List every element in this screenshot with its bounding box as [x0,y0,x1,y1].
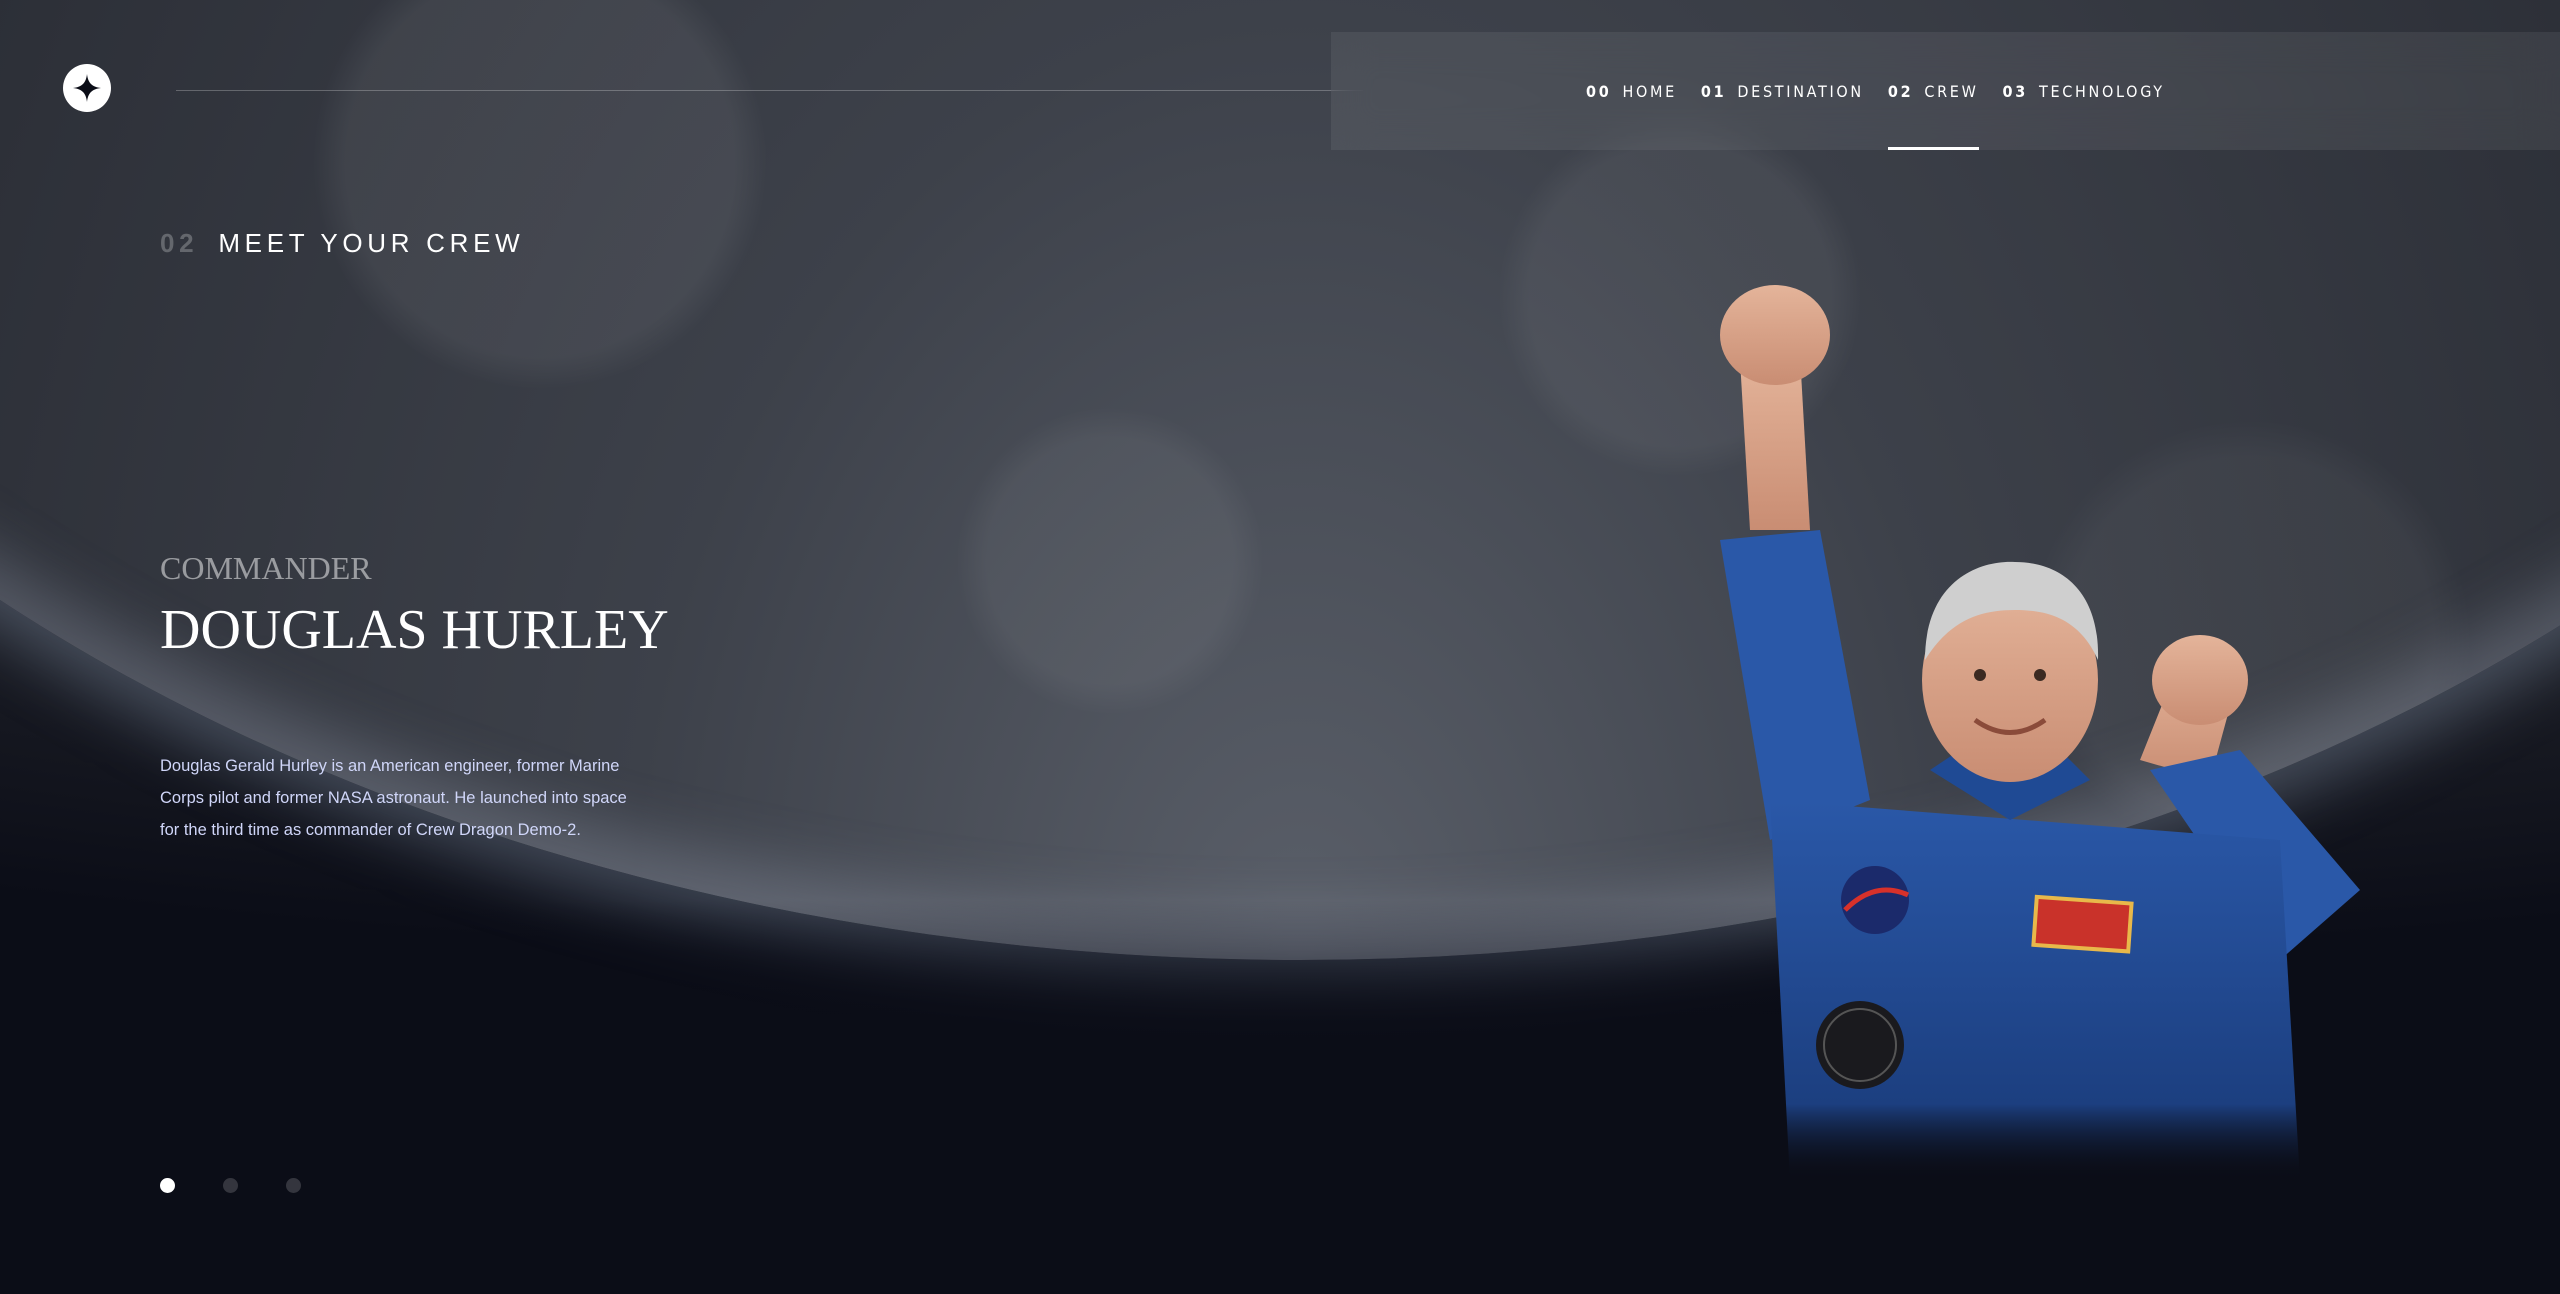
crew-portrait-image [1720,285,2360,1180]
pager-dot-2[interactable] [223,1178,238,1193]
nav-item-label: CREW [1924,81,1979,101]
nav-item-label: DESTINATION [1737,81,1864,101]
nav-item-home[interactable]: 00 HOME [1586,32,1677,150]
header-divider [176,90,1363,91]
logo[interactable] [63,64,111,112]
nav-item-number: 03 [2002,81,2028,101]
crew-bio: Douglas Gerald Hurley is an American eng… [160,757,627,839]
page-title-number: 02 [160,228,199,258]
pager-dot-3[interactable] [286,1178,301,1193]
crew-role: Commander [160,550,372,586]
page-title-text: MEET YOUR CREW [218,228,525,258]
nav-item-destination[interactable]: 01 DESTINATION [1701,32,1864,150]
nav-item-number: 02 [1887,81,1914,101]
nav-item-number: 00 [1586,81,1612,101]
pager-dot-1[interactable] [160,1178,175,1193]
main-nav: 00 HOME 01 DESTINATION 02 CREW 03 TECHNO… [1586,32,2165,150]
nav-item-crew[interactable]: 02 CREW [1887,32,1979,150]
nav-item-number: 01 [1700,81,1727,101]
crew-name: Douglas Hurley [160,599,669,661]
star-logo-icon [73,74,101,102]
crew-pager [160,1178,301,1193]
nav-item-technology[interactable]: 03 TECHNOLOGY [2003,32,2165,150]
page-title: 02 MEET YOUR CREW [160,228,524,259]
nav-item-label: HOME [1622,81,1677,101]
nav-item-label: TECHNOLOGY [2038,81,2165,101]
